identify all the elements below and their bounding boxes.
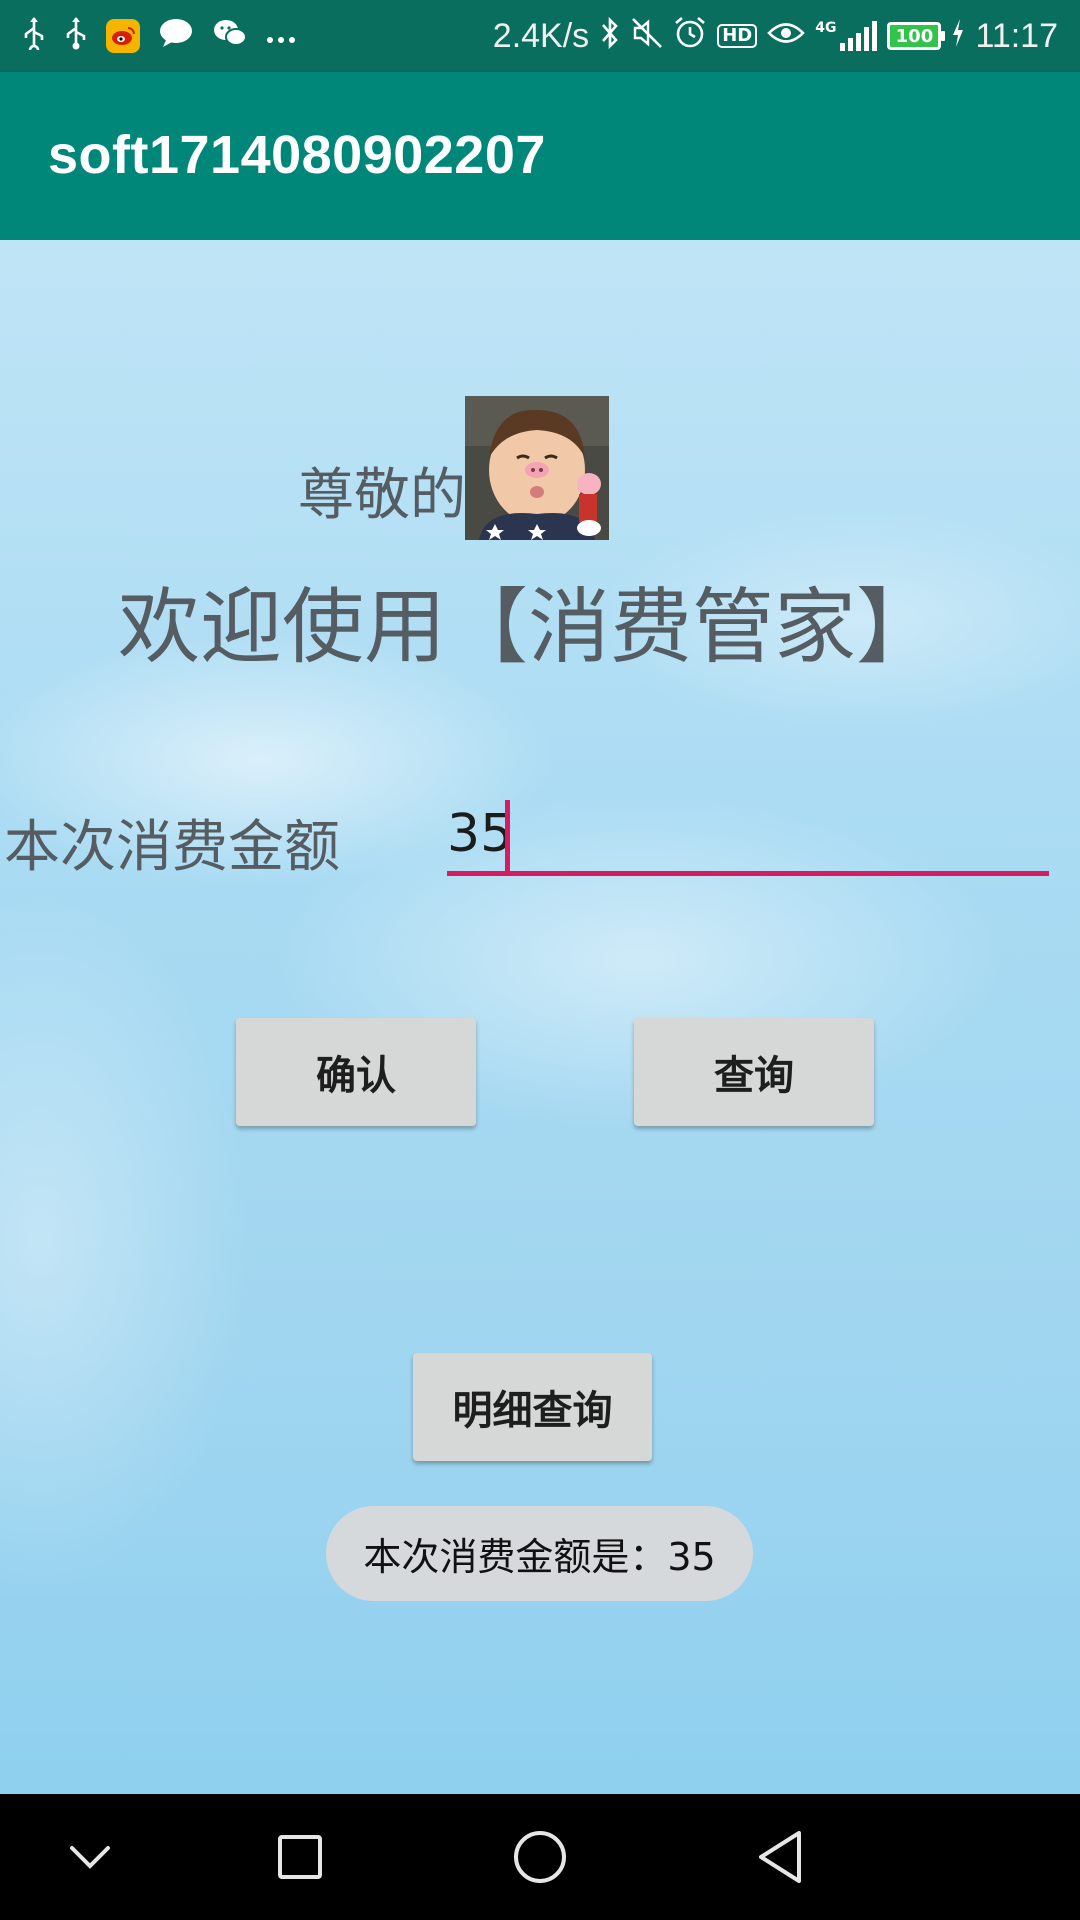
toast-message: 本次消费金额是：35: [326, 1506, 753, 1601]
status-left-icons: [22, 0, 296, 72]
status-right-icons: 2.4K/s HD 4G 100 11:17: [493, 0, 1058, 72]
eye-icon: [767, 20, 806, 52]
charging-icon: [951, 18, 965, 54]
back-triangle-icon[interactable]: [710, 1794, 850, 1920]
text-cursor: [505, 800, 510, 874]
weibo-icon: [106, 19, 140, 53]
amount-input[interactable]: [447, 796, 1049, 876]
detail-query-button[interactable]: 明细查询: [413, 1353, 652, 1461]
avatar: [465, 396, 609, 540]
main-content: 尊敬的 欢迎使用【消费管家】 本次消费金额 确认 查询 明细查询 本次消费金额是…: [0, 240, 1080, 1794]
battery-level: 100: [895, 25, 934, 47]
usb-icon: [22, 16, 46, 56]
status-bar: 2.4K/s HD 4G 100 11:17: [0, 0, 1080, 72]
network-speed: 2.4K/s: [492, 16, 590, 55]
bluetooth-icon: [599, 16, 621, 56]
hd-icon: HD: [717, 24, 758, 48]
chevron-down-icon[interactable]: [20, 1794, 160, 1920]
navigation-bar: [0, 1794, 1080, 1920]
home-circle-icon[interactable]: [470, 1794, 610, 1920]
mute-icon: [631, 17, 663, 55]
greeting-text: 尊敬的: [298, 463, 466, 528]
query-button[interactable]: 查询: [634, 1018, 874, 1126]
network-type: 4G: [815, 20, 837, 36]
recents-square-icon[interactable]: [230, 1794, 370, 1920]
usb-icon: [64, 16, 88, 56]
clock: 11:17: [975, 16, 1058, 55]
wechat-icon: [212, 18, 248, 54]
amount-label: 本次消费金额: [4, 815, 340, 880]
signal-icon: 4G: [815, 20, 878, 51]
app-bar: soft1714080902207: [0, 72, 1080, 240]
battery-icon: 100: [887, 22, 946, 50]
alarm-icon: [673, 16, 707, 56]
message-icon: [158, 18, 194, 54]
app-title: soft1714080902207: [48, 125, 546, 185]
confirm-button[interactable]: 确认: [236, 1018, 476, 1126]
welcome-title: 欢迎使用【消费管家】: [118, 580, 939, 675]
more-icon: [266, 21, 296, 51]
